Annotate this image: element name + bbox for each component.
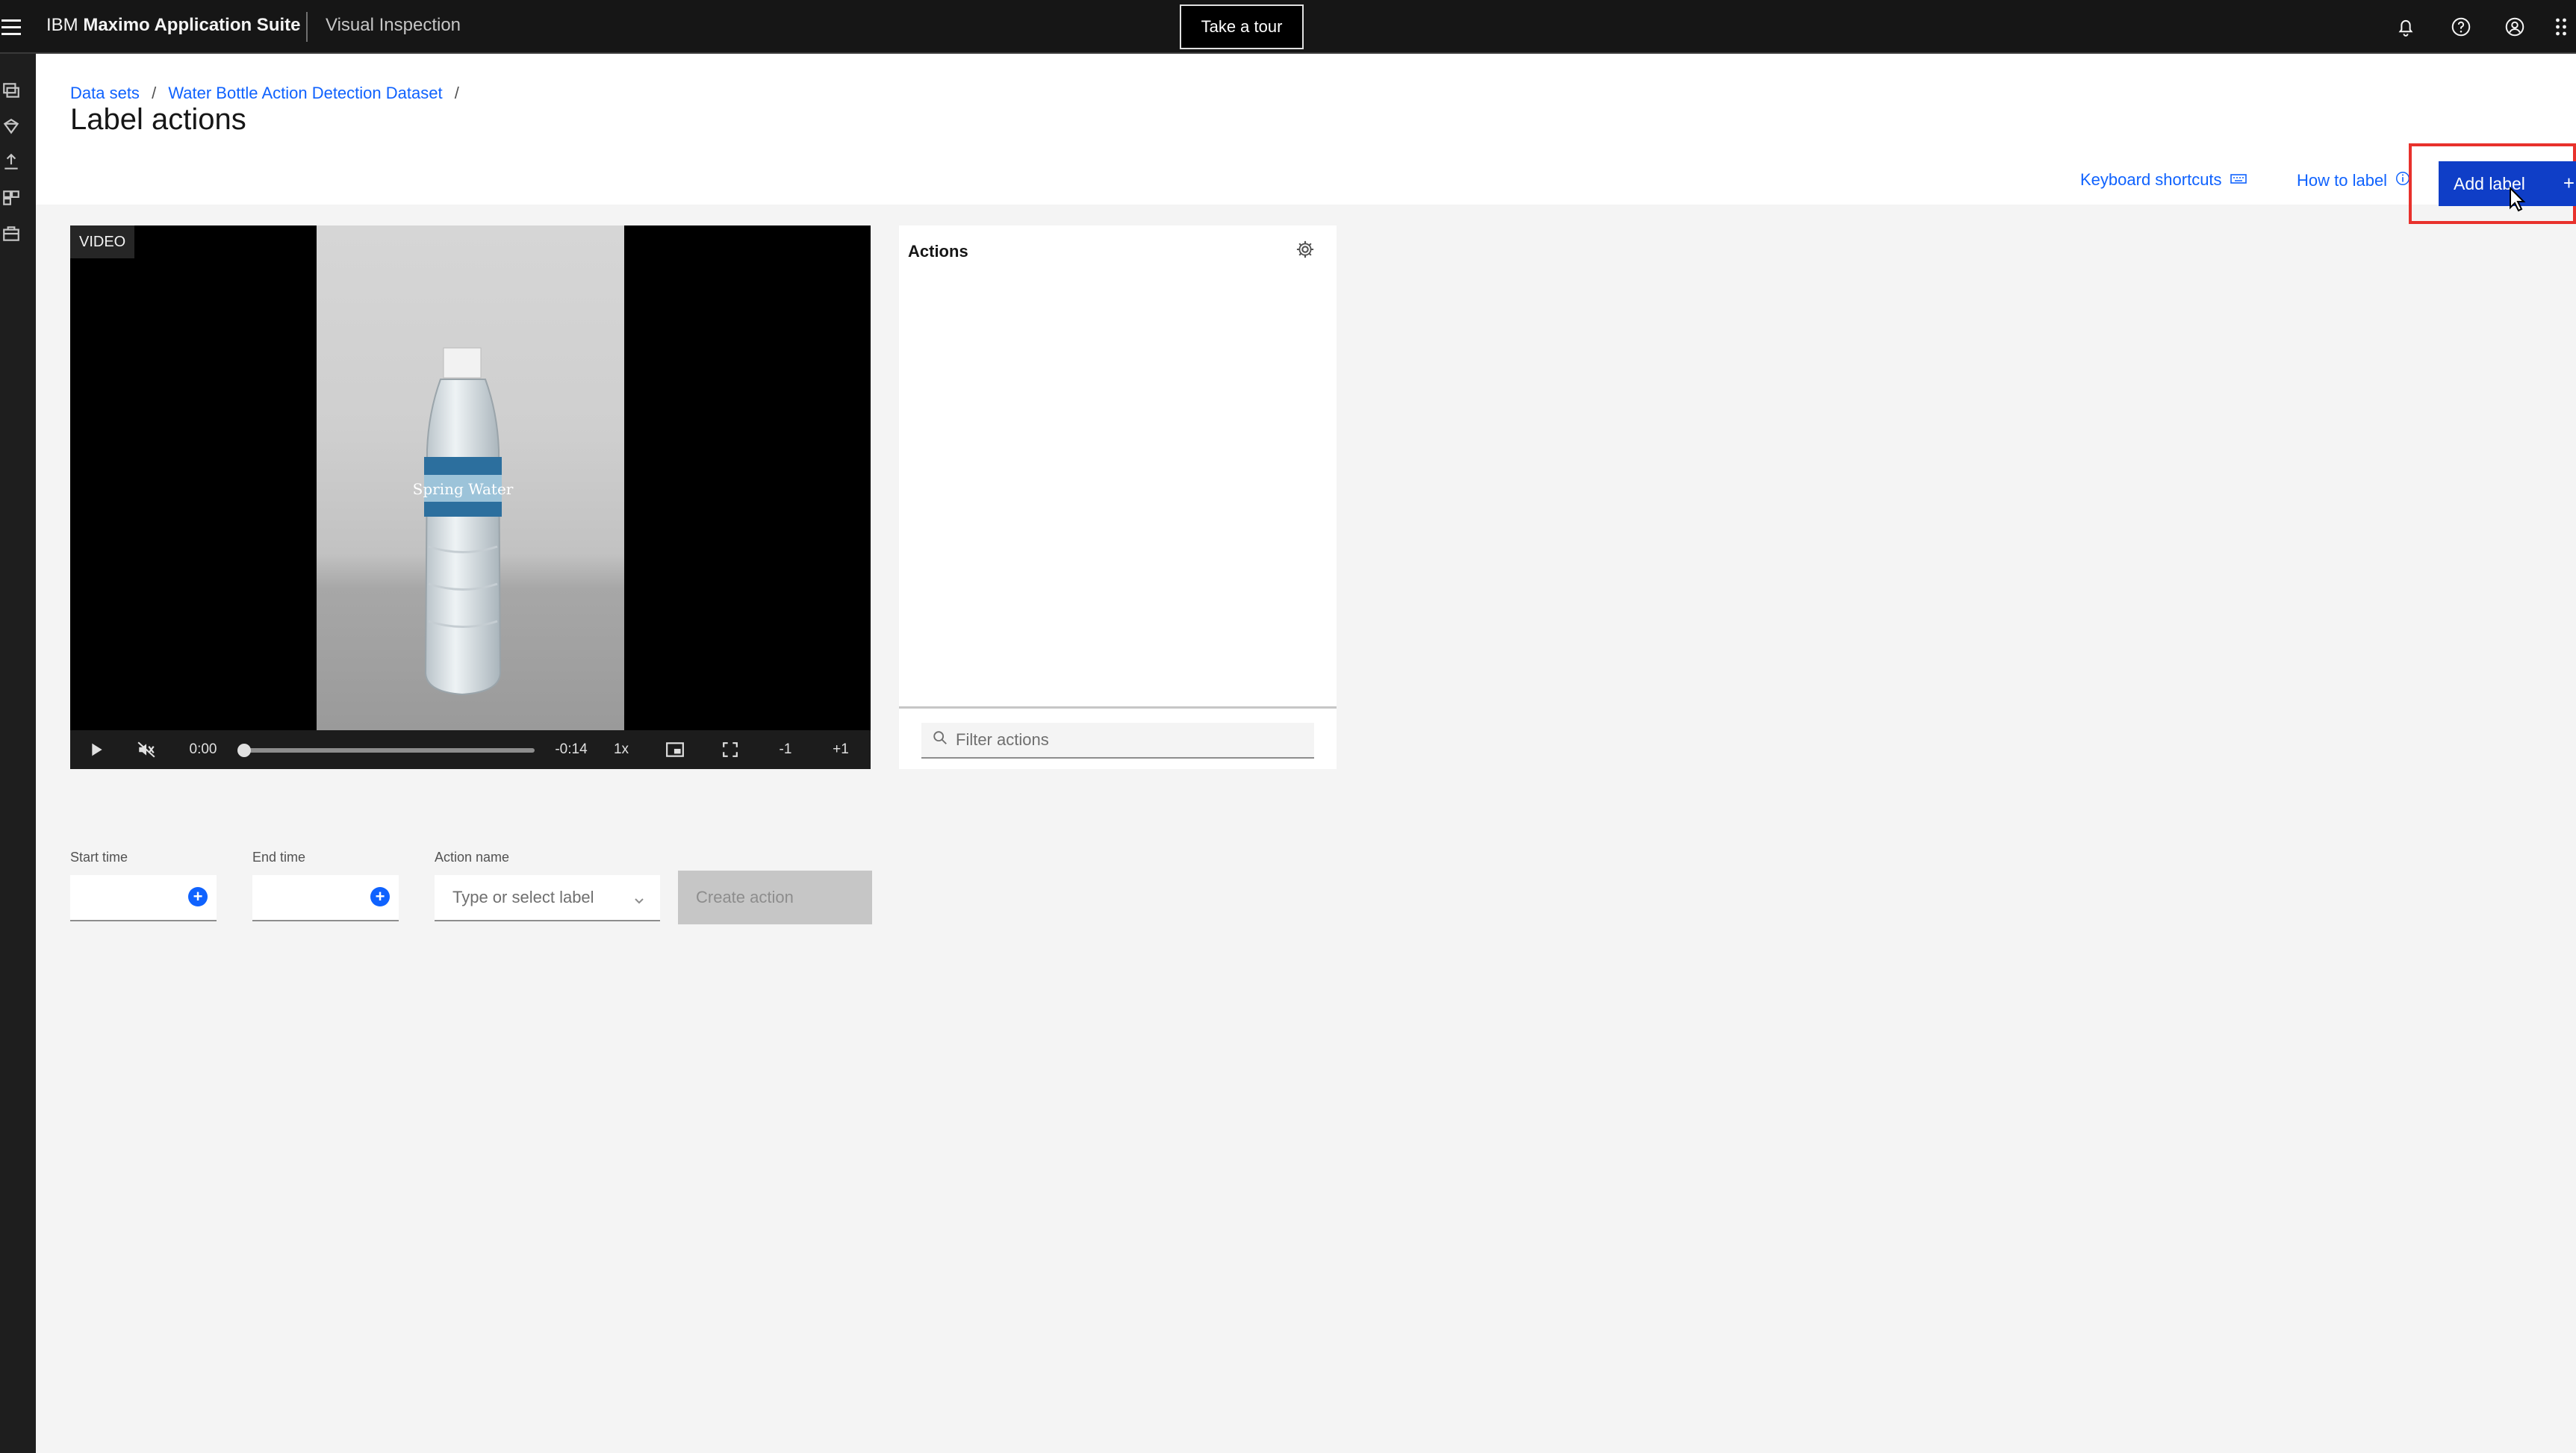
fullscreen-icon[interactable] [715, 730, 745, 769]
keyboard-shortcuts-label: Keyboard shortcuts [2080, 170, 2222, 189]
add-time-icon[interactable]: + [188, 887, 208, 906]
page-header: Data sets / Water Bottle Action Detectio… [36, 54, 2576, 224]
mouse-cursor-icon [2509, 186, 2527, 212]
deploy-icon[interactable] [1, 152, 21, 172]
video-player[interactable]: Spring Water VIDEO 0:00 -0:14 1x -1 +1 [70, 225, 871, 769]
panel-divider [899, 706, 1337, 709]
action-name-select[interactable]: Type or select label [435, 875, 660, 921]
video-frame: Spring Water [317, 225, 624, 730]
actions-panel: Actions Filter actions [899, 225, 1337, 769]
breadcrumb-separator: / [454, 84, 459, 102]
add-label-button[interactable]: Add label + [2439, 161, 2576, 206]
progress-bar[interactable] [243, 748, 535, 753]
picture-in-picture-icon[interactable] [660, 730, 690, 769]
water-bottle-image: Spring Water [413, 347, 514, 696]
chevron-down-icon [633, 892, 645, 904]
product-name: Visual Inspection [326, 15, 461, 35]
page-title: Label actions [70, 103, 246, 136]
end-time-field[interactable]: + [252, 875, 399, 921]
start-time-field[interactable]: + [70, 875, 217, 921]
breadcrumb: Data sets / Water Bottle Action Detectio… [70, 84, 467, 103]
how-to-label-text: How to label [2297, 171, 2388, 190]
play-icon[interactable] [84, 730, 111, 769]
add-time-icon[interactable]: + [370, 887, 390, 906]
breadcrumb-separator: / [152, 84, 157, 102]
actions-title: Actions [908, 242, 968, 261]
app-switcher-icon[interactable] [2552, 13, 2575, 40]
progress-handle[interactable] [237, 744, 251, 757]
how-to-label-link[interactable]: How to label [2297, 170, 2411, 191]
breadcrumb-data-sets[interactable]: Data sets [70, 84, 140, 102]
hamburger-icon[interactable] [1, 15, 21, 37]
step-forward-button[interactable]: +1 [824, 730, 857, 769]
brand-name[interactable]: IBM Maximo Application Suite [46, 15, 300, 36]
end-time-label: End time [252, 850, 306, 865]
filter-actions-input[interactable]: Filter actions [921, 723, 1314, 759]
brand-suite: Maximo Application Suite [83, 15, 301, 35]
help-icon[interactable] [2448, 13, 2474, 40]
playback-speed-button[interactable]: 1x [606, 730, 636, 769]
start-time-label: Start time [70, 850, 128, 865]
action-name-placeholder: Type or select label [452, 888, 594, 906]
bottle-label-text: Spring Water [413, 480, 514, 498]
current-time: 0:00 [189, 741, 217, 757]
video-tag: VIDEO [70, 225, 135, 258]
step-back-button[interactable]: -1 [771, 730, 800, 769]
keyboard-icon [2230, 170, 2247, 190]
filter-placeholder: Filter actions [956, 730, 1049, 749]
notification-icon[interactable] [2392, 13, 2419, 40]
top-bar: IBM Maximo Application Suite Visual Insp… [0, 0, 2576, 54]
add-icon: + [2563, 172, 2575, 194]
search-icon [932, 729, 948, 750]
breadcrumb-dataset[interactable]: Water Bottle Action Detection Dataset [168, 84, 442, 102]
mute-icon[interactable] [131, 730, 161, 769]
create-action-button[interactable]: Create action [678, 871, 872, 924]
action-name-label: Action name [435, 850, 510, 865]
settings-icon[interactable] [1295, 239, 1317, 261]
datasets-icon[interactable] [1, 81, 21, 100]
side-nav [0, 54, 36, 1453]
brand-divider [306, 12, 308, 42]
keyboard-shortcuts-link[interactable]: Keyboard shortcuts [2080, 170, 2247, 190]
remaining-time: -0:14 [555, 741, 588, 757]
main-content: Data sets / Water Bottle Action Detectio… [36, 54, 2576, 1453]
user-icon[interactable] [2501, 13, 2528, 40]
video-controls: 0:00 -0:14 1x -1 +1 [70, 730, 871, 769]
projects-icon[interactable] [1, 188, 21, 208]
brand-prefix: IBM [46, 15, 78, 35]
take-a-tour-button[interactable]: Take a tour [1180, 4, 1304, 49]
models-icon[interactable] [1, 116, 21, 136]
inventory-icon[interactable] [1, 224, 21, 243]
